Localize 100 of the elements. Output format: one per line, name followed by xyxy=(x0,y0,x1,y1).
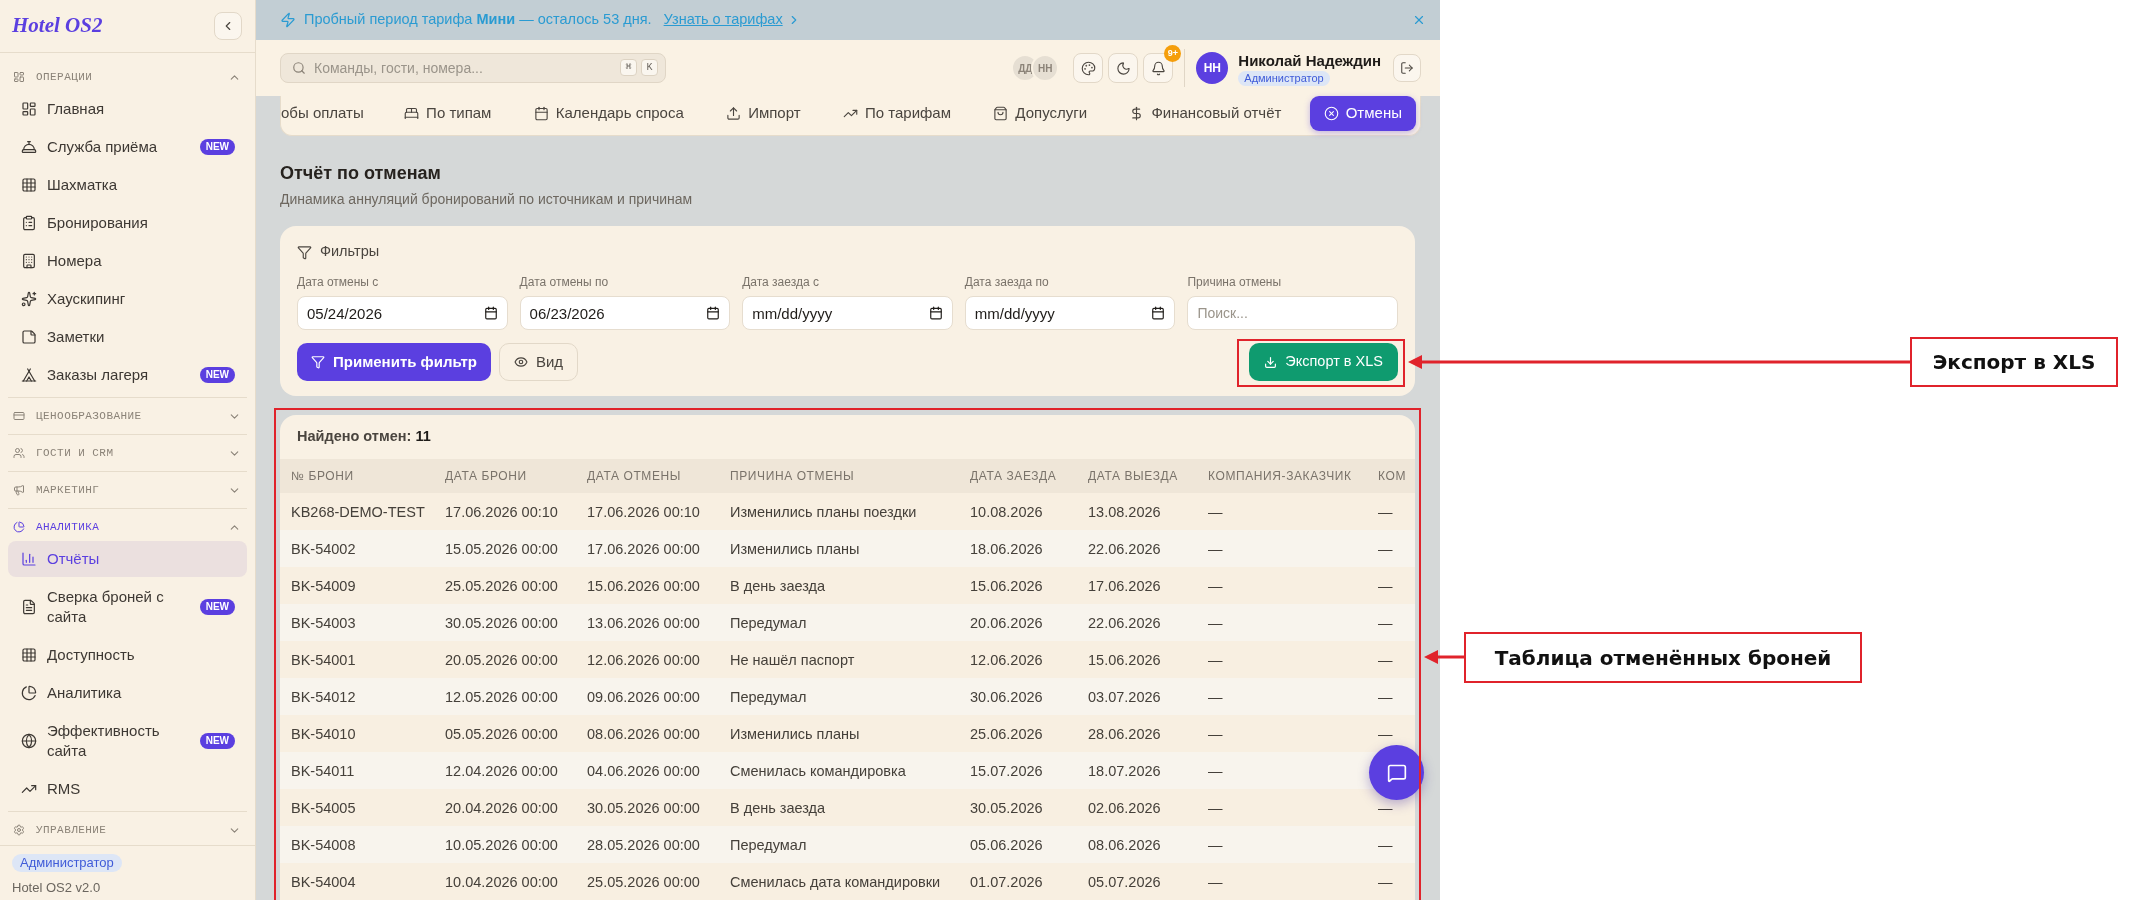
table-cell: 30.06.2026 xyxy=(970,688,1043,705)
nav-item[interactable]: Хаускипинг xyxy=(8,281,247,317)
column-header: ДАТА ЗАЕЗДА xyxy=(959,459,1077,493)
field-label: Дата отмены по xyxy=(519,274,610,290)
download-icon xyxy=(1264,355,1278,369)
table-cell: — xyxy=(1378,688,1393,705)
nav-item[interactable]: Служба приёма NEW xyxy=(8,129,247,165)
table-cell: 04.06.2026 00:00 xyxy=(587,762,700,779)
nav-item[interactable]: Отчёты xyxy=(8,541,247,577)
report-tab[interactable]: Календарь спроса xyxy=(519,96,698,131)
nav-item[interactable]: Шахматка xyxy=(8,167,247,203)
table-cell: 08.06.2026 xyxy=(1088,836,1161,853)
shortcut-key: K xyxy=(641,59,658,76)
shortcut-key: ⌘ xyxy=(620,59,637,76)
sparkles-icon xyxy=(21,291,37,307)
user-avatar[interactable]: НН xyxy=(1196,52,1229,84)
tent-icon xyxy=(21,367,37,383)
calendar-icon xyxy=(928,306,943,320)
table-cell: 25.05.2026 00:00 xyxy=(445,577,558,594)
document-icon xyxy=(21,599,37,615)
notification-count: 9+ xyxy=(1164,45,1182,62)
table-cell: — xyxy=(1208,836,1223,853)
bell-icon xyxy=(1150,60,1166,76)
calendar-icon xyxy=(706,306,721,320)
table-cell: 05.07.2026 xyxy=(1088,873,1161,890)
report-tab[interactable]: Импорт xyxy=(712,96,815,131)
filter-icon xyxy=(311,355,325,369)
report-tab[interactable]: Допуслуги xyxy=(979,96,1102,131)
settings-icon xyxy=(13,824,25,836)
table-cell: 03.07.2026 xyxy=(1088,688,1161,705)
table-cell: Изменились планы xyxy=(730,725,860,742)
table-cell: BK-54009 xyxy=(291,577,356,594)
callout-arrow xyxy=(1424,649,1464,665)
table-cell: 10.08.2026 xyxy=(970,503,1043,520)
section-header[interactable]: ГОСТИ И CRM xyxy=(8,439,247,467)
column-header: ПРИЧИНА ОТМЕНЫ xyxy=(719,459,959,493)
view-button[interactable]: Вид xyxy=(498,343,579,381)
role-badge: Администратор xyxy=(12,854,122,872)
report-tab[interactable]: По тарифам xyxy=(828,96,965,131)
report-tab[interactable]: обы оплаты xyxy=(281,96,376,131)
table-cell: — xyxy=(1378,614,1393,631)
service-bell-icon xyxy=(21,139,37,155)
table-cell: — xyxy=(1208,799,1223,816)
palette-icon xyxy=(1080,60,1096,76)
table-cell: В день заезда xyxy=(730,577,826,594)
section-header[interactable]: УПРАВЛЕНИЕ xyxy=(8,816,247,844)
field-label: Дата заезда по xyxy=(964,274,1050,290)
table-cell: 15.06.2026 xyxy=(1088,651,1161,668)
report-tab[interactable]: Финансовый отчёт xyxy=(1115,96,1296,131)
palette-button[interactable] xyxy=(1073,53,1104,83)
table-cell: 10.05.2026 00:00 xyxy=(445,836,558,853)
nav-item[interactable]: Эффективность сайта NEW xyxy=(8,713,247,769)
chat-icon xyxy=(1386,762,1407,783)
report-tab[interactable]: Отмены xyxy=(1309,96,1416,131)
nav-item[interactable]: Бронирования xyxy=(8,205,247,241)
nav-item[interactable]: Доступность xyxy=(8,637,247,673)
report-tab[interactable]: По типам xyxy=(390,96,506,131)
table-cell: 15.05.2026 00:00 xyxy=(445,540,558,557)
table-cell: — xyxy=(1208,540,1223,557)
table-cell: 30.05.2026 00:00 xyxy=(587,799,700,816)
table-cell: — xyxy=(1208,577,1223,594)
clipboard-icon xyxy=(21,215,37,231)
table-cell: — xyxy=(1208,688,1223,705)
table-cell: 17.06.2026 00:10 xyxy=(587,503,700,520)
section-header[interactable]: АНАЛИТИКА xyxy=(8,513,247,541)
nav-item[interactable]: RMS xyxy=(8,771,247,807)
section-header[interactable]: ЦЕНООБРАЗОВАНИЕ xyxy=(8,402,247,430)
nav-item[interactable]: Заказы лагеря NEW xyxy=(8,357,247,393)
megaphone-icon xyxy=(13,484,25,496)
table-cell: — xyxy=(1208,762,1223,779)
column-header: ДАТА БРОНИ xyxy=(434,459,576,493)
apply-filter-button[interactable]: Применить фильтр xyxy=(297,343,491,381)
date-field[interactable]: 06/23/2026 xyxy=(519,296,731,330)
table-cell: В день заезда xyxy=(730,799,826,816)
callout-label: Экспорт в XLS xyxy=(1910,337,2118,387)
search-icon xyxy=(292,61,306,75)
table-cell: 05.06.2026 xyxy=(970,836,1043,853)
role-badge: Администратор xyxy=(1238,70,1330,86)
export-button[interactable]: Экспорт в XLS xyxy=(1249,343,1398,381)
text-field[interactable]: Поиск... xyxy=(1187,296,1398,330)
nav-item[interactable]: Заметки xyxy=(8,319,247,355)
dark-mode-button[interactable] xyxy=(1108,53,1139,83)
nav-item[interactable]: Номера xyxy=(8,243,247,279)
nav-item[interactable]: Главная xyxy=(8,91,247,127)
table-cell: 15.06.2026 00:00 xyxy=(587,577,700,594)
table-cell: 15.07.2026 xyxy=(970,762,1043,779)
section-header[interactable]: ОПЕРАЦИИ xyxy=(8,63,247,91)
date-field[interactable]: mm/dd/yyyy xyxy=(964,296,1176,330)
logout-button[interactable] xyxy=(1393,54,1421,82)
table-cell: Передумал xyxy=(730,688,807,705)
table-cell: 17.06.2026 00:10 xyxy=(445,503,558,520)
nav-item[interactable]: Сверка броней с сайта NEW xyxy=(8,579,247,635)
section-header[interactable]: МАРКЕТИНГ xyxy=(8,476,247,504)
table-cell: 30.05.2026 00:00 xyxy=(445,614,558,631)
date-field[interactable]: mm/dd/yyyy xyxy=(742,296,953,330)
nav-item[interactable]: Аналитика xyxy=(8,675,247,711)
date-field[interactable]: 05/24/2026 xyxy=(297,296,508,330)
upload-icon xyxy=(726,106,742,121)
table-cell: 17.06.2026 00:00 xyxy=(587,540,700,557)
filters-title: Фильтры xyxy=(320,242,380,262)
